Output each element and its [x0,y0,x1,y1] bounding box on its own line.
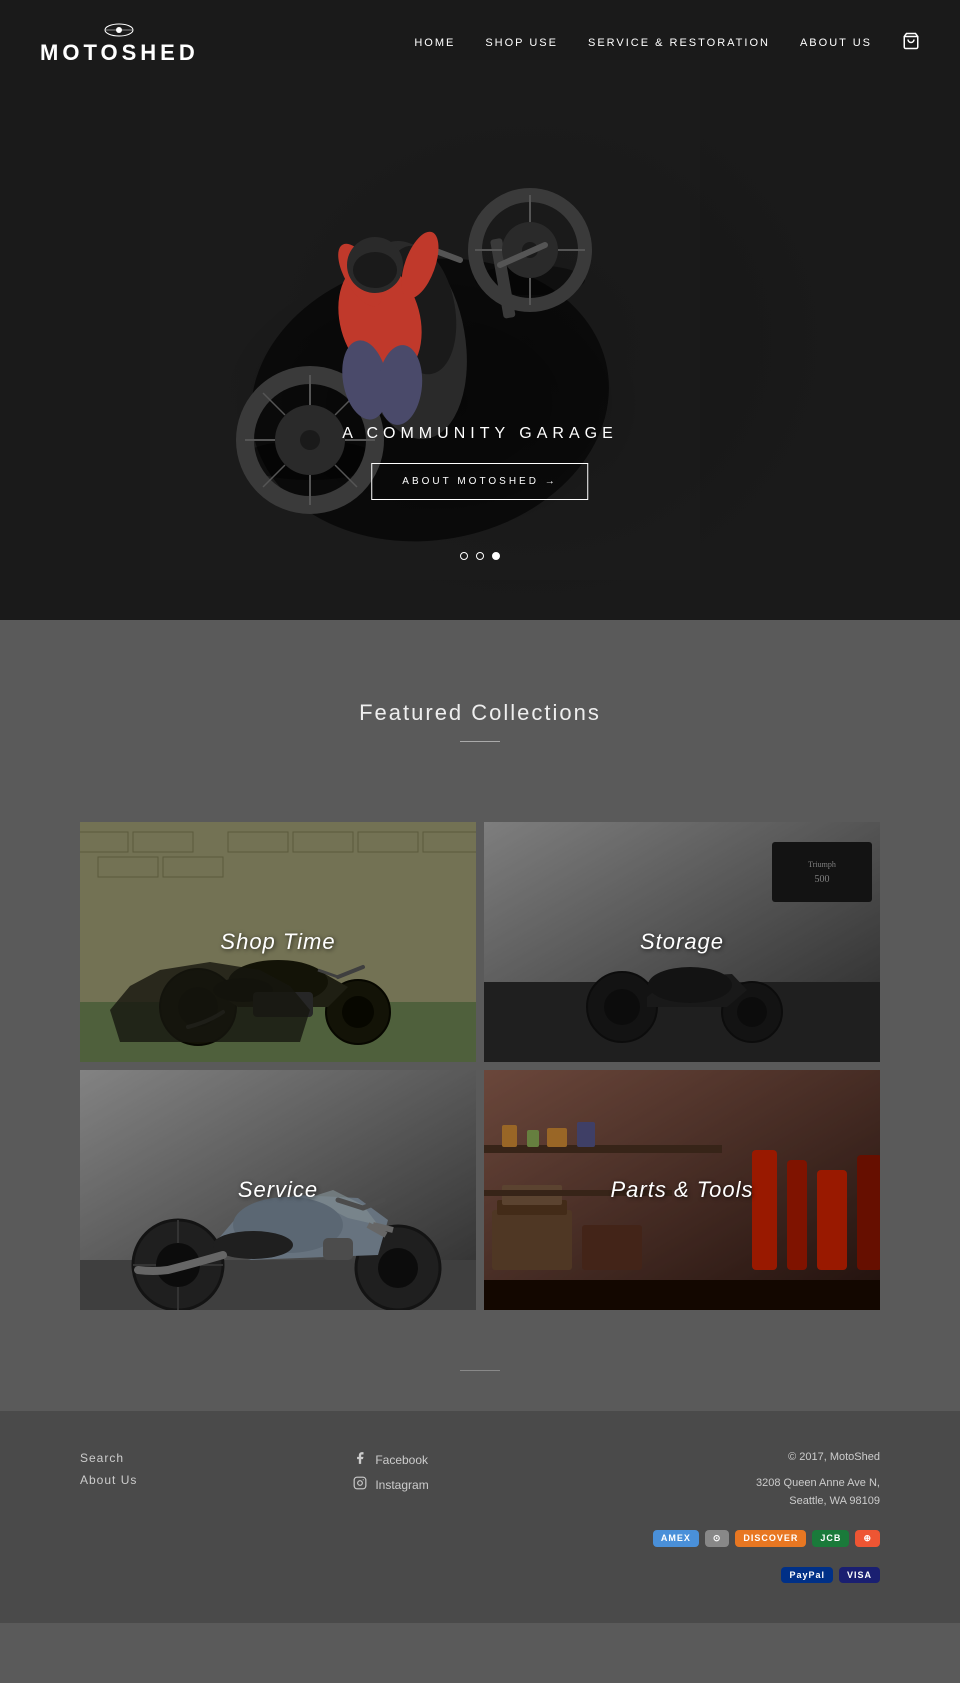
cart-icon[interactable] [902,32,920,55]
logo-text: MOTOSHED [40,40,199,66]
carousel-dots [460,552,500,560]
footer-links: Search About Us [80,1451,333,1583]
facebook-icon [353,1451,367,1468]
featured-section: Featured Collections [0,680,960,822]
footer-divider [460,1370,500,1371]
footer-address: 3208 Queen Anne Ave N,Seattle, WA 98109 [627,1475,880,1510]
footer-inner: Search About Us Facebook [80,1451,880,1583]
featured-divider [460,741,500,742]
footer-link-search[interactable]: Search [80,1451,333,1465]
payment-visa: VISA [839,1567,880,1583]
footer-facebook[interactable]: Facebook [353,1451,606,1468]
carousel-dot-3[interactable] [492,552,500,560]
payment-jcb: JCB [812,1530,849,1547]
hero-content: A COMMUNITY GARAGE ABOUT MOTOSHED → [342,425,618,500]
footer-social: Facebook Instagram [353,1451,606,1583]
nav-about[interactable]: ABOUT US [800,37,872,49]
nav-service[interactable]: SERVICE & RESTORATION [588,37,770,49]
service-overlay: Service [80,1070,476,1310]
main-nav: HOME SHOP USE SERVICE & RESTORATION ABOU… [414,32,920,55]
parts-tools-overlay: Parts & Tools [484,1070,880,1310]
parts-tools-label: Parts & Tools [610,1177,753,1203]
hero-cta-button[interactable]: ABOUT MOTOSHED → [371,463,588,500]
hero-image [150,60,700,585]
collection-shop-time[interactable]: Shop Time [80,822,476,1062]
footer-copyright: © 2017, MotoShed [627,1451,880,1463]
footer-right: © 2017, MotoShed 3208 Queen Anne Ave N,S… [627,1451,880,1583]
instagram-icon [353,1476,367,1493]
storage-label: Storage [640,929,724,955]
featured-title: Featured Collections [0,700,960,726]
footer: Search About Us Facebook [0,1411,960,1623]
payment-mastercard: ⊕ [855,1530,880,1547]
payment-amex: AMEX [653,1530,699,1547]
collection-parts-tools[interactable]: Parts & Tools [484,1070,880,1310]
shop-time-overlay: Shop Time [80,822,476,1062]
facebook-label: Facebook [375,1453,428,1467]
collection-storage[interactable]: Triumph 500 Storage [484,822,880,1062]
main-content: Featured Collections [0,620,960,1683]
instagram-label: Instagram [375,1478,428,1492]
storage-overlay: Storage [484,822,880,1062]
collection-service[interactable]: Service [80,1070,476,1310]
payment-discover: DISCOVER [735,1530,806,1547]
logo[interactable]: MOTOSHED [40,20,199,66]
hero-title: A COMMUNITY GARAGE [342,425,618,443]
carousel-dot-1[interactable] [460,552,468,560]
payment-paypal: PayPal [781,1567,833,1583]
site-header: MOTOSHED HOME SHOP USE SERVICE & RESTORA… [0,0,960,86]
payment-icons-2: PayPal VISA [627,1567,880,1583]
footer-link-about[interactable]: About Us [80,1473,333,1487]
payment-icons: AMEX ⊙ DISCOVER JCB ⊕ [627,1530,880,1547]
payment-diners: ⊙ [705,1530,730,1547]
shop-time-label: Shop Time [220,929,335,955]
footer-instagram[interactable]: Instagram [353,1476,606,1493]
collections-grid: Shop Time [0,822,960,1310]
nav-shop-use[interactable]: SHOP USE [485,37,558,49]
nav-home[interactable]: HOME [414,37,455,49]
logo-icon [99,20,139,40]
service-label: Service [238,1177,318,1203]
carousel-dot-2[interactable] [476,552,484,560]
